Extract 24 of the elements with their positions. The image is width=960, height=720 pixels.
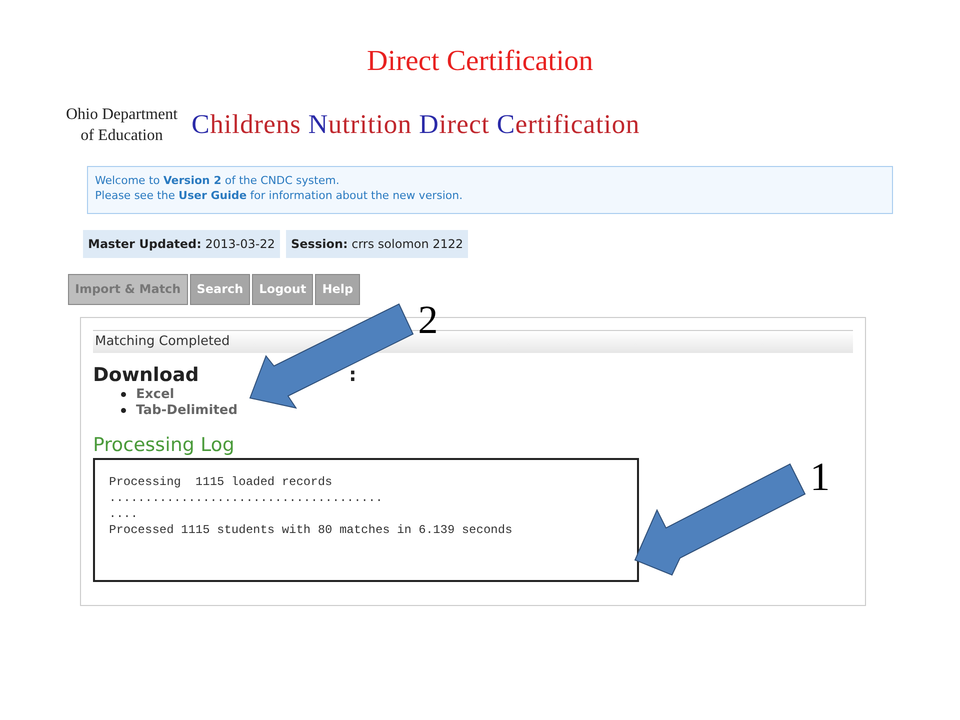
nav-tab[interactable]: Import & Match: [68, 274, 188, 304]
log-title: Processing Log: [93, 432, 234, 456]
logo-text: of Education: [80, 126, 163, 146]
callout-number: 1: [810, 455, 830, 499]
heading-colon: :: [348, 362, 357, 386]
download-link[interactable]: Excel: [136, 386, 174, 402]
logo-text: Ohio Department: [66, 104, 178, 124]
bullet-icon: [121, 408, 126, 413]
log-line: Processing 1115 loaded records: [109, 474, 332, 490]
nav-tab[interactable]: Help: [315, 274, 360, 304]
nav-tab[interactable]: Logout: [252, 274, 314, 304]
log-line: ......................................: [109, 490, 383, 506]
bullet-icon: [121, 392, 126, 397]
log-line: Processed 1115 students with 80 matches in 6.139 seconds: [109, 522, 512, 538]
notice-text: Please see the User Guide for information about the new version.: [95, 188, 464, 202]
log-line: ....: [109, 506, 138, 522]
download-link[interactable]: Tab-Delimited: [136, 402, 238, 418]
slide-title: Direct Certification: [366, 44, 594, 79]
nav-tab[interactable]: Search: [190, 274, 250, 304]
section-heading: Download: [93, 362, 199, 386]
notice-text: Welcome to Version 2 of the CNDC system.: [95, 172, 340, 188]
status-chip: Master Updated: 2013-03-22: [83, 230, 280, 258]
status-chip: Session: crrs solomon 2122: [286, 230, 468, 258]
app-title: Childrens Nutrition Direct Certification: [192, 108, 640, 142]
